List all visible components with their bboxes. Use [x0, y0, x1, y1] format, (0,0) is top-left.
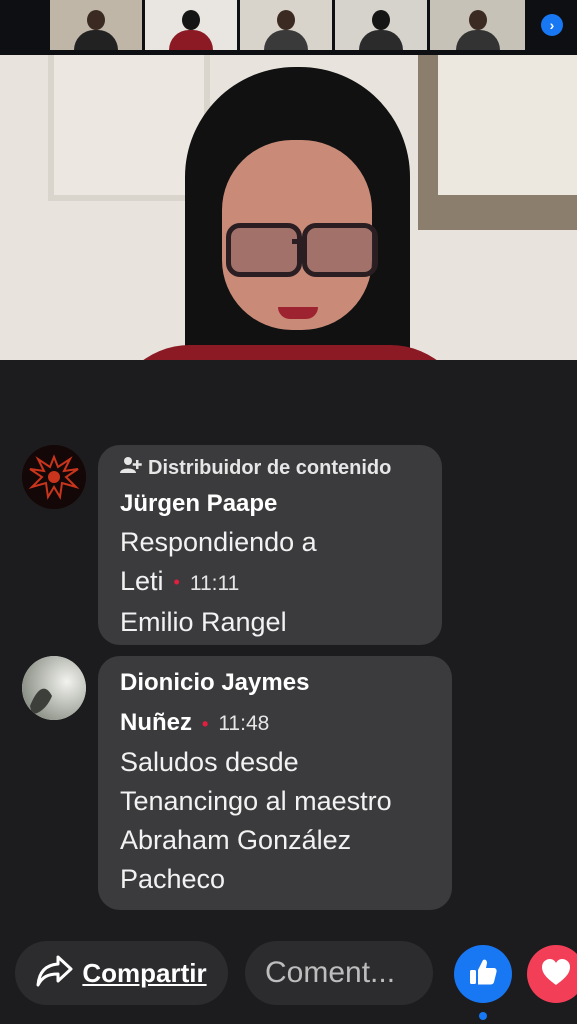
- comment-input[interactable]: Coment...: [245, 941, 433, 1005]
- dot-separator: •: [173, 572, 180, 593]
- comment-message-line: Pacheco: [120, 864, 226, 894]
- participant-thumbnail[interactable]: [145, 0, 237, 50]
- share-arrow-icon: [36, 954, 74, 993]
- share-button[interactable]: Compartir: [15, 941, 228, 1005]
- thumbs-up-icon: [467, 956, 499, 993]
- comment-message-line: Saludos desde: [120, 747, 299, 777]
- timestamp: 11:11: [189, 572, 240, 595]
- comment-message-line: Abraham González: [120, 825, 352, 855]
- avatar[interactable]: [22, 656, 86, 720]
- chevron-right-icon[interactable]: ›: [541, 14, 563, 36]
- timestamp: 11:48: [218, 712, 270, 735]
- dot-separator: •: [202, 713, 209, 734]
- reply-line: Respondiendo a: [120, 527, 317, 557]
- person-plus-icon: [120, 456, 142, 480]
- reply-to-name[interactable]: Leti: [120, 566, 164, 596]
- participant-thumbnail[interactable]: [50, 0, 142, 50]
- comment-author-line2[interactable]: Nuñez: [120, 709, 192, 736]
- badge-label: Distribuidor de contenido: [148, 456, 392, 479]
- live-video[interactable]: [0, 55, 577, 360]
- comment-author-cont: Nuñez • 11:48: [120, 704, 430, 743]
- heart-icon: [540, 957, 572, 992]
- love-reaction-button[interactable]: [527, 945, 577, 1003]
- participant-strip: ›: [0, 0, 577, 55]
- comment-placeholder: Coment...: [265, 956, 396, 989]
- comment-bubble[interactable]: Dionicio Jaymes Nuñez • 11:48 Saludos desd…: [98, 656, 452, 910]
- comment-message: Emilio Rangel: [120, 607, 287, 637]
- reply-meta: Leti • 11:11: [120, 562, 420, 603]
- selected-indicator: [479, 1012, 487, 1020]
- comment-author[interactable]: Jürgen Paape: [120, 485, 420, 523]
- comment-message-line: Tenancingo al maestro: [120, 786, 392, 816]
- share-label: Compartir: [82, 957, 207, 988]
- comment-bubble[interactable]: Distribuidor de contenido Jürgen Paape R…: [98, 445, 442, 645]
- participant-thumbnail[interactable]: [240, 0, 332, 50]
- avatar[interactable]: [22, 445, 86, 509]
- comment-author[interactable]: Dionicio Jaymes: [120, 664, 430, 702]
- content-distributor-badge: Distribuidor de contenido: [120, 451, 420, 485]
- like-reaction-button[interactable]: [454, 945, 512, 1003]
- participant-thumbnail[interactable]: [335, 0, 427, 50]
- participant-thumbnail[interactable]: [430, 0, 525, 50]
